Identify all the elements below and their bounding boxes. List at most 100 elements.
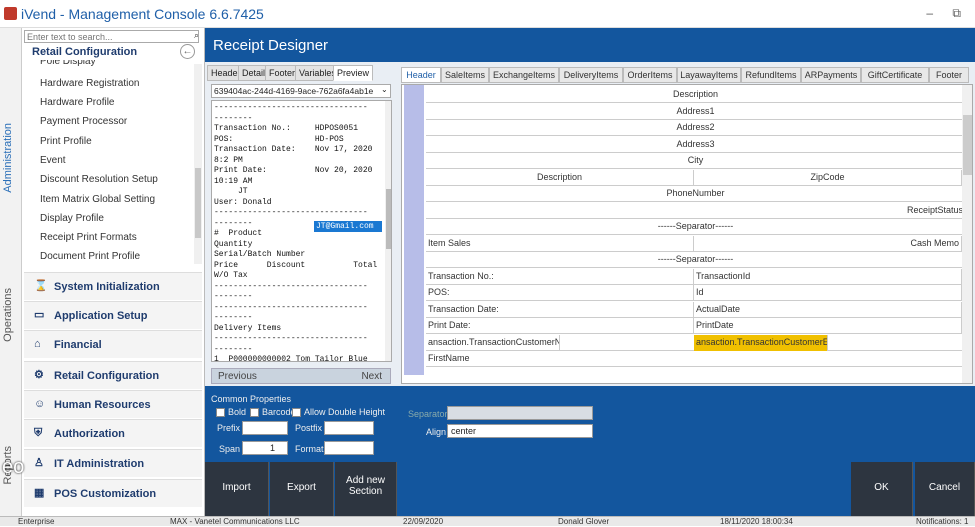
grid-cell[interactable]: Address1: [426, 103, 966, 120]
grid-row[interactable]: POS: Id: [426, 285, 966, 301]
nav-group-pos-customization[interactable]: ▦ POS Customization: [24, 479, 202, 507]
nav-item[interactable]: Hardware Profile: [40, 97, 114, 108]
grid-cell[interactable]: ------Separator------: [426, 252, 966, 268]
grid-row[interactable]: Address2: [426, 120, 966, 136]
nav-group-authorization[interactable]: ⛨ Authorization: [24, 419, 202, 447]
grid-row[interactable]: Transaction No.: TransactionId: [426, 268, 966, 285]
grid-cell[interactable]: ansaction.TransactionCustomerEmail: [694, 334, 828, 351]
nav-group-human-resources[interactable]: ☺ Human Resources: [24, 390, 202, 418]
span-stepper[interactable]: 1: [242, 441, 288, 455]
search-input[interactable]: [24, 30, 199, 43]
postfix-input[interactable]: [324, 421, 374, 435]
import-button[interactable]: Import: [205, 462, 269, 516]
grid-cell[interactable]: Description: [426, 87, 966, 103]
nav-group-application-setup[interactable]: ▭ Application Setup: [24, 301, 202, 329]
grid-cell[interactable]: Description: [426, 169, 694, 186]
grid-row[interactable]: Address3: [426, 136, 966, 153]
subtab-preview[interactable]: Preview: [333, 65, 374, 81]
grid-cell[interactable]: Print Date:: [426, 318, 694, 334]
grid-cell[interactable]: Item Sales: [426, 235, 694, 252]
grid-cell[interactable]: City: [426, 153, 966, 169]
ok-button[interactable]: OK: [851, 462, 913, 516]
grid-row[interactable]: City: [426, 153, 966, 169]
format-input[interactable]: [324, 441, 374, 455]
tab-orderitems[interactable]: OrderItems: [623, 67, 677, 83]
grid-row[interactable]: ------Separator------: [426, 252, 966, 268]
grid-cell[interactable]: ansaction.TransactionCustomerName: [426, 334, 560, 351]
bold-checkbox[interactable]: [216, 408, 225, 417]
next-button[interactable]: Next: [361, 371, 382, 382]
grid-row[interactable]: ------Separator------: [426, 219, 966, 235]
tab-saleitems[interactable]: SaleItems: [441, 67, 489, 83]
subtab-footer[interactable]: Footer: [265, 65, 300, 81]
grid-cell[interactable]: PrintDate: [694, 318, 962, 334]
grid-row[interactable]: ansaction.TransactionCustomerName ansacti…: [426, 334, 966, 351]
vtab-administration[interactable]: Administration: [2, 123, 14, 193]
nav-item[interactable]: Item Matrix Global Setting: [40, 194, 155, 205]
tab-header[interactable]: Header: [401, 67, 441, 83]
grid-row[interactable]: Address1: [426, 103, 966, 120]
tab-exchangeitems[interactable]: ExchangeItems: [489, 67, 559, 83]
chevron-down-icon[interactable]: ⌄: [381, 85, 388, 94]
grid-row[interactable]: Item Sales Cash Memo: [426, 235, 966, 252]
nav-scroll-thumb[interactable]: [195, 168, 201, 238]
grid-cell[interactable]: ------Separator------: [426, 219, 966, 235]
grid-row[interactable]: FirstName: [426, 351, 966, 367]
grid-cell[interactable]: Address2: [426, 120, 966, 136]
nav-group-it-administration[interactable]: ♙ IT Administration: [24, 449, 202, 477]
cancel-button[interactable]: Cancel: [915, 462, 975, 516]
prefix-input[interactable]: [242, 421, 288, 435]
receipt-format-select[interactable]: 639404ac-244d-4169-9ace-762a6fa4ab1e: [211, 84, 391, 98]
grid-cell[interactable]: FirstName: [426, 351, 966, 367]
nav-group-system-initialization[interactable]: ⌛ System Initialization: [24, 272, 202, 300]
tab-layawayitems[interactable]: LayawayItems: [677, 67, 741, 83]
grid-row[interactable]: ReceiptStatus: [426, 202, 966, 219]
vtab-operations[interactable]: Operations: [2, 288, 14, 342]
grid-cell[interactable]: TransactionId: [694, 268, 962, 285]
back-arrow-icon[interactable]: ←: [180, 44, 195, 59]
nav-group-financial[interactable]: ⌂ Financial: [24, 330, 202, 358]
align-select[interactable]: center: [447, 424, 593, 438]
nav-item[interactable]: Print Profile: [40, 136, 92, 147]
preview-scroll-thumb[interactable]: [386, 189, 391, 249]
search-icon[interactable]: ⌕: [194, 30, 199, 41]
grid-cell[interactable]: ZipCode: [694, 169, 962, 186]
grid-cell[interactable]: PhoneNumber: [426, 186, 966, 202]
nav-item[interactable]: Discount Resolution Setup: [40, 174, 158, 185]
export-button[interactable]: Export: [270, 462, 334, 516]
grid-cell[interactable]: Address3: [426, 136, 966, 153]
grid-cell[interactable]: ReceiptStatus: [426, 202, 966, 219]
nav-item[interactable]: Pole Display: [40, 60, 96, 67]
grid-row[interactable]: Description ZipCode: [426, 169, 966, 186]
nav-group-retail-configuration[interactable]: ⚙ Retail Configuration: [24, 361, 202, 389]
tab-refunditems[interactable]: RefundItems: [741, 67, 801, 83]
tab-arpayments[interactable]: ARPayments: [801, 67, 861, 83]
window-controls[interactable]: – ⧉: [926, 6, 969, 21]
preview-selected-email[interactable]: JT@Gmail.com: [314, 221, 382, 232]
nav-item[interactable]: Receipt Print Formats: [40, 232, 137, 243]
tab-deliveryitems[interactable]: DeliveryItems: [559, 67, 623, 83]
nav-item[interactable]: Payment Processor: [40, 116, 127, 127]
nav-item[interactable]: Event: [40, 155, 66, 166]
grid-row[interactable]: Transaction Date: ActualDate: [426, 301, 966, 318]
previous-button[interactable]: Previous: [218, 371, 257, 382]
grid-cell[interactable]: Cash Memo: [694, 235, 962, 252]
tab-giftcertificate[interactable]: GiftCertificate: [861, 67, 929, 83]
tab-footer[interactable]: Footer: [929, 67, 969, 83]
separator-select[interactable]: [447, 406, 593, 420]
grid-cell[interactable]: POS:: [426, 285, 694, 301]
add-new-section-button[interactable]: Add new Section: [335, 462, 397, 516]
grid-cell[interactable]: ActualDate: [694, 301, 962, 318]
barcode-checkbox[interactable]: [250, 408, 259, 417]
nav-item[interactable]: Document Print Profile: [40, 251, 140, 262]
grid-row[interactable]: Description: [426, 87, 966, 103]
grid-row[interactable]: PhoneNumber: [426, 186, 966, 202]
allow-double-height-checkbox[interactable]: [292, 408, 301, 417]
nav-item[interactable]: Display Profile: [40, 213, 104, 224]
grid-cell[interactable]: Transaction Date:: [426, 301, 694, 318]
grid-cell[interactable]: Id: [694, 285, 962, 301]
grid-scroll-thumb[interactable]: [963, 115, 972, 175]
grid-row[interactable]: Print Date: PrintDate: [426, 318, 966, 334]
nav-item[interactable]: Hardware Registration: [40, 78, 140, 89]
grid-cell[interactable]: Transaction No.:: [426, 268, 694, 285]
